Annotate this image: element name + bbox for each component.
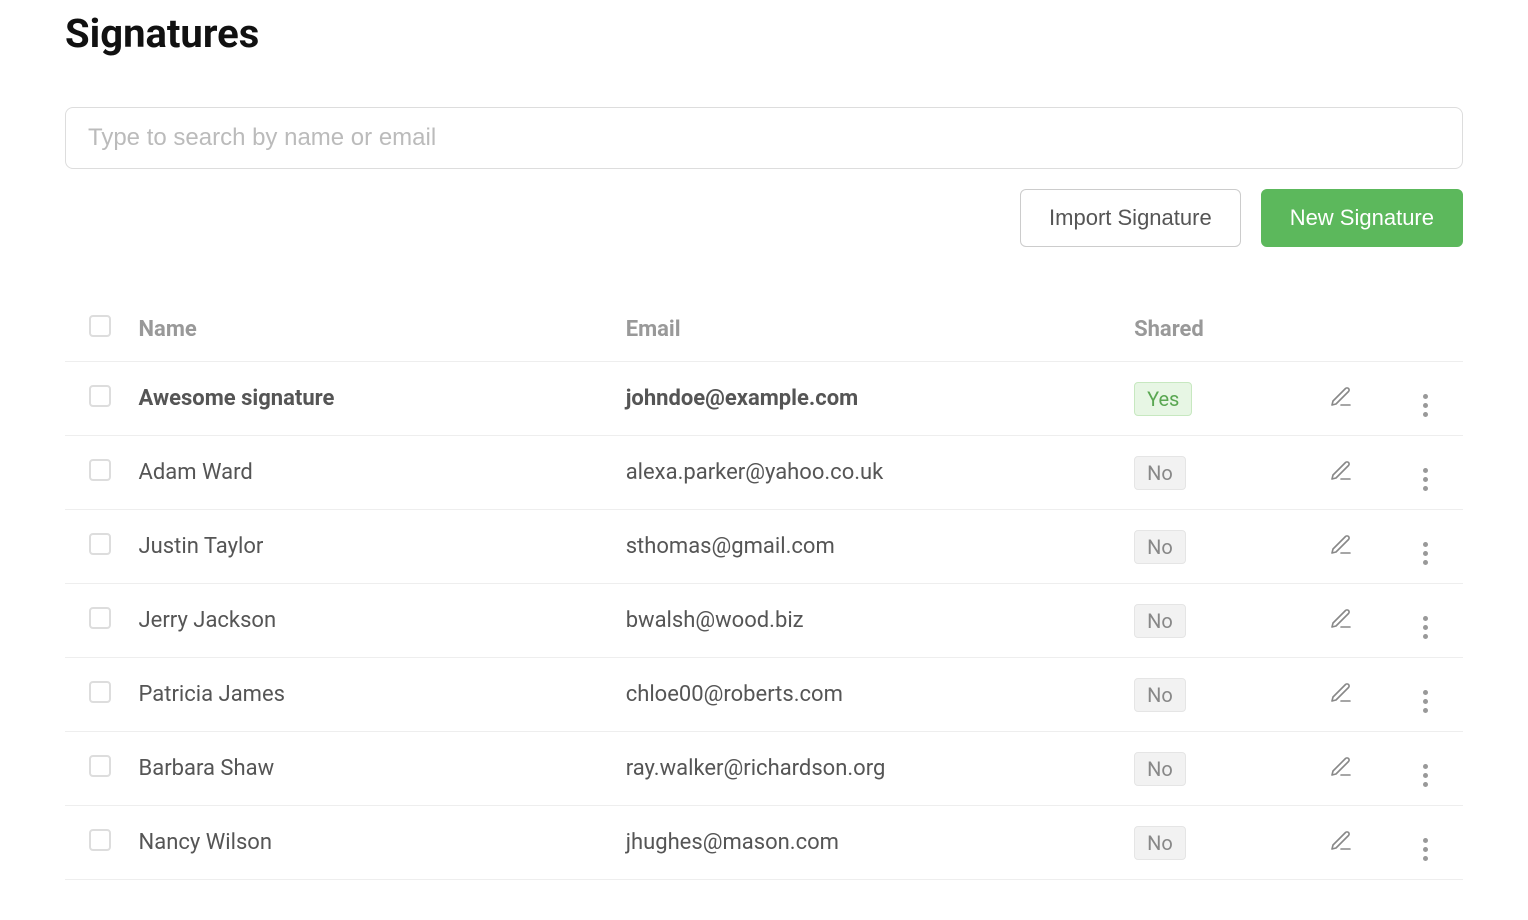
table-row: Patricia James chloe00@roberts.com No: [65, 658, 1463, 732]
column-header-name[interactable]: Name: [129, 297, 616, 362]
import-signature-button[interactable]: Import Signature: [1020, 189, 1241, 247]
row-name: Awesome signature: [129, 362, 616, 436]
row-email: johndoe@example.com: [616, 362, 1124, 436]
more-menu-icon[interactable]: [1423, 616, 1428, 639]
row-checkbox[interactable]: [89, 459, 111, 481]
shared-badge: No: [1134, 456, 1186, 490]
shared-badge: No: [1134, 604, 1186, 638]
more-menu-icon[interactable]: [1423, 838, 1428, 861]
more-menu-icon[interactable]: [1423, 690, 1428, 713]
edit-icon[interactable]: [1327, 679, 1355, 707]
select-all-checkbox[interactable]: [89, 315, 111, 337]
row-email: jhughes@mason.com: [616, 806, 1124, 880]
shared-badge: No: [1134, 752, 1186, 786]
row-checkbox[interactable]: [89, 829, 111, 851]
row-email: sthomas@gmail.com: [616, 510, 1124, 584]
edit-icon[interactable]: [1327, 753, 1355, 781]
more-menu-icon[interactable]: [1423, 764, 1428, 787]
column-header-shared[interactable]: Shared: [1124, 297, 1293, 362]
row-name: Justin Taylor: [129, 510, 616, 584]
row-name: Jerry Jackson: [129, 584, 616, 658]
edit-icon[interactable]: [1327, 605, 1355, 633]
table-row: Jerry Jackson bwalsh@wood.biz No: [65, 584, 1463, 658]
row-name: Adam Ward: [129, 436, 616, 510]
table-row: Awesome signature johndoe@example.com Ye…: [65, 362, 1463, 436]
row-checkbox[interactable]: [89, 607, 111, 629]
row-email: ray.walker@richardson.org: [616, 732, 1124, 806]
table-row: Nancy Wilson jhughes@mason.com No: [65, 806, 1463, 880]
edit-icon[interactable]: [1327, 531, 1355, 559]
new-signature-button[interactable]: New Signature: [1261, 189, 1463, 247]
row-email: chloe00@roberts.com: [616, 658, 1124, 732]
row-name: Barbara Shaw: [129, 732, 616, 806]
edit-icon[interactable]: [1327, 827, 1355, 855]
shared-badge: Yes: [1134, 382, 1192, 416]
row-checkbox[interactable]: [89, 533, 111, 555]
table-row: Adam Ward alexa.parker@yahoo.co.uk No: [65, 436, 1463, 510]
row-checkbox[interactable]: [89, 681, 111, 703]
row-name: Patricia James: [129, 658, 616, 732]
search-input[interactable]: [65, 107, 1463, 169]
shared-badge: No: [1134, 826, 1186, 860]
table-row: Justin Taylor sthomas@gmail.com No: [65, 510, 1463, 584]
row-email: bwalsh@wood.biz: [616, 584, 1124, 658]
table-header-row: Name Email Shared: [65, 297, 1463, 362]
toolbar: Import Signature New Signature: [65, 189, 1463, 247]
more-menu-icon[interactable]: [1423, 542, 1428, 565]
edit-icon[interactable]: [1327, 457, 1355, 485]
row-checkbox[interactable]: [89, 755, 111, 777]
shared-badge: No: [1134, 530, 1186, 564]
table-row: Barbara Shaw ray.walker@richardson.org N…: [65, 732, 1463, 806]
row-name: Nancy Wilson: [129, 806, 616, 880]
row-checkbox[interactable]: [89, 385, 111, 407]
shared-badge: No: [1134, 678, 1186, 712]
more-menu-icon[interactable]: [1423, 468, 1428, 491]
page-title: Signatures: [65, 10, 1463, 57]
signatures-table: Name Email Shared Awesome signature john…: [65, 297, 1463, 880]
row-email: alexa.parker@yahoo.co.uk: [616, 436, 1124, 510]
edit-icon[interactable]: [1327, 383, 1355, 411]
more-menu-icon[interactable]: [1423, 394, 1428, 417]
column-header-email[interactable]: Email: [616, 297, 1124, 362]
